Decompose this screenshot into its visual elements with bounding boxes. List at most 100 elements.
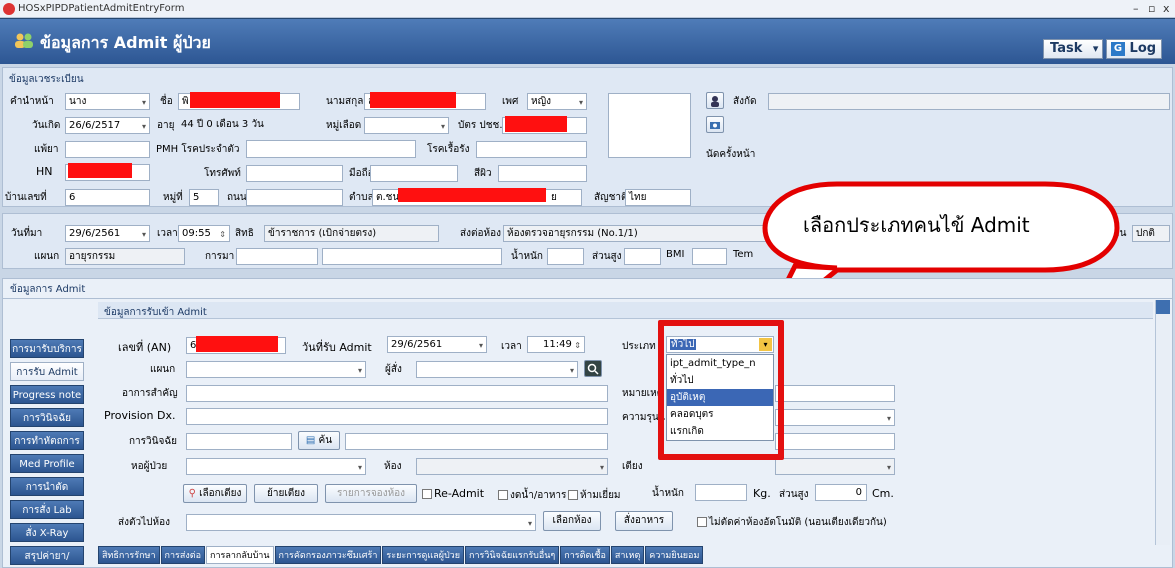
blood-select[interactable]: ▾ xyxy=(364,117,449,134)
dx-field[interactable] xyxy=(186,433,292,450)
age-value: 44 ปี 0 เดือน 3 วัน xyxy=(181,119,264,130)
provdx-field[interactable] xyxy=(186,408,608,425)
bottom-tab[interactable]: ความยินยอม xyxy=(645,546,704,564)
admit-type-option[interactable]: คลอดบุตร xyxy=(667,406,773,423)
mobile-field[interactable] xyxy=(370,165,458,182)
bottom-tab[interactable]: การคัดกรองภาวะซึมเศร้า xyxy=(274,546,382,564)
novisit-label: ห้ามเยี่ยม xyxy=(580,490,621,501)
sex-select[interactable]: หญิง ▾ xyxy=(527,93,587,110)
road-field[interactable] xyxy=(246,189,343,206)
admit-height-field[interactable]: 0 xyxy=(815,484,867,501)
photo-box xyxy=(608,93,691,158)
admit-time-value: 11:49 xyxy=(543,339,572,350)
spin-icon[interactable]: ⇕ xyxy=(574,338,581,352)
scroll-up-icon[interactable] xyxy=(1156,300,1170,314)
ward-select[interactable]: ▾ xyxy=(186,361,366,378)
pmh-field[interactable] xyxy=(246,140,416,158)
nav-item[interactable]: Med Profile xyxy=(10,454,84,473)
name-label: ชื่อ xyxy=(160,96,173,107)
height-label: ส่วนสูง xyxy=(592,251,622,262)
symptom-field[interactable] xyxy=(186,385,608,402)
admit-date-field[interactable]: 29/6/2561 ▾ xyxy=(387,336,487,353)
nav-item[interactable]: การสั่ง Lab xyxy=(10,500,84,519)
chronic-field[interactable] xyxy=(476,141,587,158)
chevron-down-icon: ▾ xyxy=(1092,42,1099,55)
severity-select[interactable]: ▾ xyxy=(775,409,895,426)
person-icon[interactable] xyxy=(706,92,724,109)
admit-time-field[interactable]: 11:49 ⇕ xyxy=(527,336,585,353)
choose-bed-button[interactable]: ⚲ เลือกเตียง xyxy=(183,484,247,503)
close-button[interactable]: x xyxy=(1163,2,1170,15)
dx-detail-field[interactable] xyxy=(345,433,608,450)
bottom-tab[interactable]: การลากลับบ้าน xyxy=(206,546,274,564)
bottom-tab[interactable]: สิทธิการรักษา xyxy=(98,546,160,564)
auto-room-checkbox[interactable]: ไม่ตัดค่าห้องอัตโนมัติ (นอนเตียงเดียวกัน… xyxy=(697,515,887,530)
room-select[interactable]: ▾ xyxy=(416,458,608,475)
bottom-tab[interactable]: ระยะการดูแลผู้ป่วย xyxy=(382,546,465,564)
move-bed-button[interactable]: ย้ายเตียง xyxy=(254,484,318,503)
sendto-room-select[interactable]: ▾ xyxy=(186,514,536,531)
admit-type-option[interactable]: อุบัติเหตุ xyxy=(667,389,773,406)
weight-field[interactable] xyxy=(547,248,584,265)
visit-date-field[interactable]: 29/6/2561 ▾ xyxy=(65,225,150,242)
cm-label: Cm. xyxy=(872,487,894,500)
log-button[interactable]: G Log xyxy=(1106,39,1162,59)
admit-type-option[interactable]: แรกเกิด xyxy=(667,423,773,440)
come-field[interactable] xyxy=(236,248,318,265)
task-button[interactable]: Task ▾ xyxy=(1043,39,1103,59)
order-food-button[interactable]: สั่งอาหาร xyxy=(615,511,673,531)
search-icon[interactable] xyxy=(584,360,602,377)
reserve-list-button[interactable]: รายการจองห้อง xyxy=(325,484,417,503)
npo-checkbox[interactable]: งดน้ำ/อาหาร xyxy=(498,488,566,503)
nav-item[interactable]: Progress note xyxy=(10,385,84,404)
come-detail-field[interactable] xyxy=(322,248,502,265)
affiliation-field[interactable] xyxy=(768,93,1170,110)
prefix-select[interactable]: นาง ▾ xyxy=(65,93,150,110)
phone-field[interactable] xyxy=(246,165,343,182)
bottom-tab[interactable]: สาเหตุ xyxy=(610,546,645,564)
bottom-tab[interactable]: การติดเชื้อ xyxy=(560,546,610,564)
chevron-down-icon[interactable]: ▾ xyxy=(759,338,772,351)
wardroom-select[interactable]: ▾ xyxy=(186,458,366,475)
bottom-tab[interactable]: การวินิจฉัยแรกรับอื่นๆ xyxy=(465,546,560,564)
nav-item[interactable]: การรับ Admit xyxy=(10,362,84,381)
bottom-tab[interactable]: การส่งต่อ xyxy=(160,546,206,564)
house-field[interactable]: 6 xyxy=(65,189,150,206)
nav-item[interactable]: สรุปค่ายา/บริการ xyxy=(10,546,84,565)
dx-search-button[interactable]: ▤ ค้น xyxy=(298,431,340,450)
vertical-scrollbar[interactable] xyxy=(1155,300,1170,545)
novisit-checkbox[interactable]: ห้ามเยี่ยม xyxy=(568,488,621,503)
height-field[interactable] xyxy=(624,248,661,265)
admit-type-select[interactable]: ทั่วไป ▾ xyxy=(666,336,774,353)
skin-label: สีผิว xyxy=(474,168,492,179)
dob-field[interactable]: 26/6/2517 ▾ xyxy=(65,117,150,134)
admit-type-option[interactable]: ทั่วไป xyxy=(667,372,773,389)
spin-icon[interactable]: ⇕ xyxy=(219,227,226,241)
dx-extra-field[interactable] xyxy=(775,433,895,450)
admit-type-option[interactable]: ipt_admit_type_n xyxy=(667,355,773,372)
bed-select[interactable]: ▾ xyxy=(775,458,895,475)
photo-icon[interactable] xyxy=(706,116,724,133)
skin-field[interactable] xyxy=(498,165,587,182)
nav-item[interactable]: การทำหัตถการ xyxy=(10,431,84,450)
moo-field[interactable]: 5 xyxy=(189,189,219,206)
nav-item[interactable]: สั่ง X-Ray xyxy=(10,523,84,542)
nav-item[interactable]: การมารับบริการ xyxy=(10,339,84,358)
nav-item[interactable]: การวินิจฉัย xyxy=(10,408,84,427)
minimize-button[interactable]: – xyxy=(1133,2,1139,15)
readmit-checkbox[interactable]: Re-Admit xyxy=(422,487,484,500)
nav-item[interactable]: การนำตัด xyxy=(10,477,84,496)
nation-field[interactable]: ไทย xyxy=(625,189,691,206)
choose-room-button[interactable]: เลือกห้อง xyxy=(543,511,601,531)
note-field[interactable] xyxy=(775,385,895,402)
provdx-label: Provision Dx. xyxy=(104,409,176,422)
bmi-field[interactable] xyxy=(692,248,727,265)
sendto-field: ห้องตรวจอายุรกรรม (No.1/1) xyxy=(503,225,783,242)
visit-time-field[interactable]: 09:55 ⇕ xyxy=(178,225,230,242)
admit-weight-field[interactable] xyxy=(695,484,747,501)
age-label: อายุ xyxy=(157,120,175,131)
nation-label: สัญชาติ xyxy=(594,192,628,203)
allergy-field[interactable] xyxy=(65,141,150,158)
maximize-button[interactable]: ▫ xyxy=(1148,2,1155,15)
orderer-select[interactable]: ▾ xyxy=(416,361,578,378)
